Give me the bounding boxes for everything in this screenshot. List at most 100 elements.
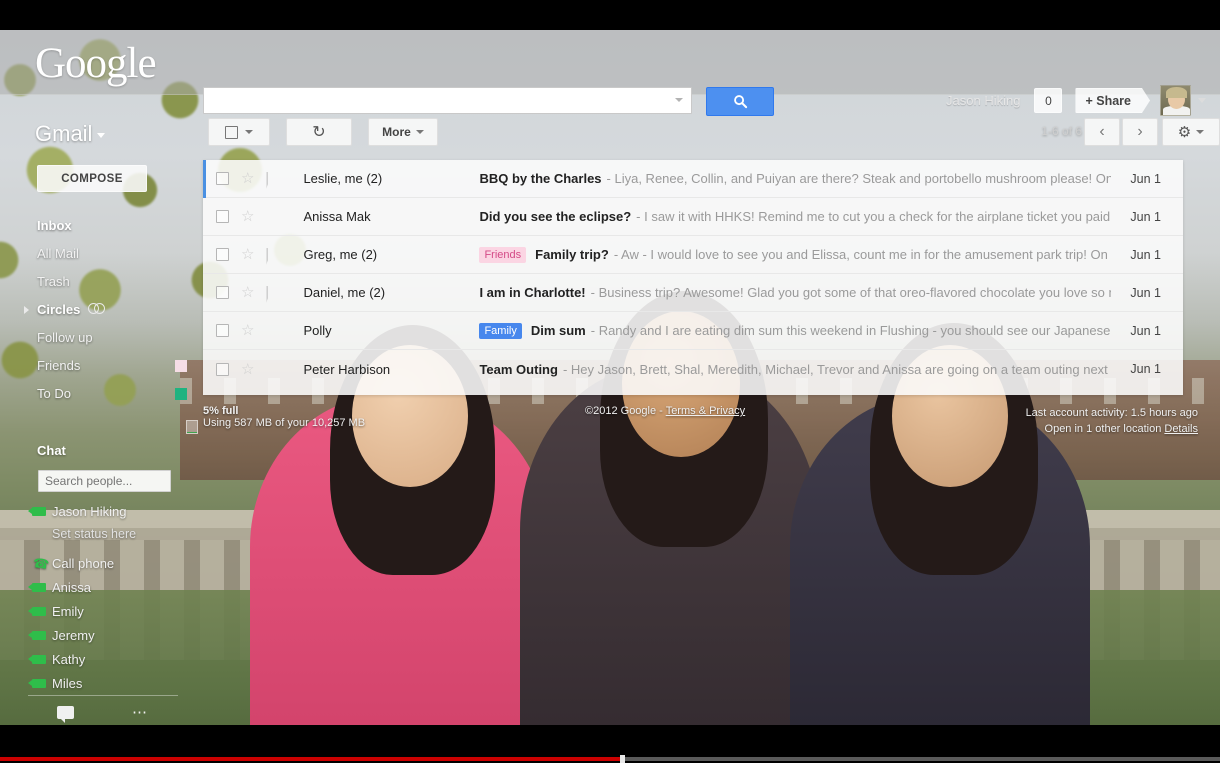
chat-item-anissa[interactable]: Anissa: [0, 575, 203, 599]
select-all-button[interactable]: [208, 118, 270, 146]
video-camera-icon: [28, 631, 46, 640]
sender-name: Polly: [303, 323, 332, 338]
table-row[interactable]: ☆ Daniel, me (2) I am in Charlotte! - Bu…: [203, 274, 1183, 312]
star-icon[interactable]: ☆: [241, 171, 254, 186]
sender-name: Leslie, me (2): [303, 171, 383, 186]
message-cell: BBQ by the Charles - Liya, Renee, Collin…: [479, 171, 1111, 186]
importance-marker-icon[interactable]: [266, 211, 281, 222]
nav-list: Inbox All Mail Trash Circles Follow up F…: [0, 211, 203, 407]
star-icon[interactable]: ☆: [241, 247, 254, 262]
letterbox-top: [0, 0, 1220, 30]
sidebar-item-follow-up[interactable]: Follow up: [0, 323, 203, 351]
chat-item-label: Call phone: [52, 555, 115, 571]
avatar[interactable]: [1160, 85, 1191, 116]
message-subject: BBQ by the Charles: [479, 171, 602, 186]
row-checkbox[interactable]: [216, 248, 229, 261]
next-page-button[interactable]: ›: [1122, 118, 1158, 146]
google-logo[interactable]: Google: [35, 39, 157, 88]
sidebar-item-friends[interactable]: Friends: [0, 351, 203, 379]
chat-item-me[interactable]: Jason Hiking: [0, 499, 203, 523]
message-snippet: - Business trip? Awesome! Glad you got s…: [590, 285, 1111, 300]
table-row[interactable]: ☆ Polly Family Dim sum - Randy and I are…: [203, 312, 1183, 350]
sidebar-item-inbox[interactable]: Inbox: [0, 211, 203, 239]
search-button[interactable]: [706, 87, 774, 116]
chevron-left-icon: ‹: [1099, 123, 1105, 140]
chat-item-jeremy[interactable]: Jeremy: [0, 623, 203, 647]
settings-button[interactable]: ⚙: [1162, 118, 1220, 146]
notification-count[interactable]: 0: [1034, 88, 1063, 113]
table-row[interactable]: ☆ Peter Harbison Team Outing - Hey Jason…: [203, 350, 1183, 388]
sidebar-item-circles[interactable]: Circles: [0, 295, 203, 323]
compose-button[interactable]: COMPOSE: [37, 165, 147, 192]
sidebar-item-label: To Do: [37, 385, 71, 401]
terms-privacy-link[interactable]: Terms & Privacy: [666, 405, 745, 417]
chevron-down-icon[interactable]: [675, 98, 683, 102]
star-icon[interactable]: ☆: [241, 209, 254, 224]
mail-toolbar: ↻ More 1-6 of 6 ‹ › ⚙: [203, 118, 1220, 152]
pagination-count: 1-6 of 6: [1041, 124, 1082, 138]
table-row[interactable]: ☆ Anissa Mak Did you see the eclipse? - …: [203, 198, 1183, 236]
chat-item-miles[interactable]: Miles: [0, 671, 203, 695]
sidebar-item-label: Friends: [37, 357, 81, 373]
chat-item-emily[interactable]: Emily: [0, 599, 203, 623]
search-input[interactable]: [203, 87, 692, 114]
gmail-title[interactable]: Gmail: [35, 121, 106, 147]
star-icon[interactable]: ☆: [241, 285, 254, 300]
table-row[interactable]: ☆ Leslie, me (2) BBQ by the Charles - Li…: [203, 160, 1183, 198]
importance-marker-icon[interactable]: [266, 364, 281, 375]
expand-triangle-icon[interactable]: [24, 306, 29, 314]
row-checkbox[interactable]: [216, 286, 229, 299]
account-chevron-down-icon[interactable]: [1198, 98, 1206, 103]
google-bar-right: Jason Hiking 0 + Share: [946, 85, 1206, 116]
previous-page-button[interactable]: ‹: [1084, 118, 1120, 146]
message-snippet: - Hey Jason, Brett, Shal, Meredith, Mich…: [562, 361, 1111, 377]
message-date: Jun 1: [1130, 209, 1161, 224]
video-camera-icon: [28, 679, 46, 688]
sidebar-item-to-do[interactable]: To Do: [0, 379, 203, 407]
share-button[interactable]: + Share: [1075, 88, 1150, 113]
star-icon[interactable]: ☆: [241, 323, 254, 338]
table-row[interactable]: ☆ Greg, me (2) Friends Family trip? - Aw…: [203, 236, 1183, 274]
scrubber-handle[interactable]: [620, 755, 626, 763]
message-subject: Family trip?: [535, 247, 609, 262]
row-checkbox[interactable]: [216, 362, 229, 376]
user-name[interactable]: Jason Hiking: [946, 93, 1020, 108]
chat-item-kathy[interactable]: Kathy: [0, 647, 203, 671]
details-link[interactable]: Details: [1164, 423, 1198, 435]
message-subject: I am in Charlotte!: [479, 285, 586, 300]
label-chip-friends[interactable]: Friends: [479, 246, 527, 263]
label-chip-family[interactable]: Family: [479, 322, 522, 339]
sidebar-item-label: Inbox: [37, 217, 72, 233]
chevron-right-icon: ›: [1137, 123, 1143, 140]
call-phone-item[interactable]: ☎ Call phone: [0, 551, 203, 575]
chat-search-input[interactable]: [38, 470, 171, 492]
video-scrubber[interactable]: [0, 755, 1220, 763]
sidebar-item-label: All Mail: [37, 245, 79, 261]
gear-icon: ⚙: [1177, 124, 1192, 141]
row-checkbox[interactable]: [216, 210, 229, 223]
refresh-icon: ↻: [312, 124, 326, 141]
more-options-icon[interactable]: ⋯: [132, 705, 149, 720]
copyright-footer: ©2012 Google - Terms & Privacy: [585, 405, 745, 417]
importance-marker-icon[interactable]: [266, 286, 281, 303]
chat-heading: Chat: [37, 443, 66, 458]
row-checkbox[interactable]: [216, 324, 229, 337]
chat-bubble-icon[interactable]: [57, 706, 74, 723]
gmail-title-label: Gmail: [35, 121, 93, 146]
message-date: Jun 1: [1130, 171, 1161, 186]
set-status-field[interactable]: Set status here: [0, 523, 203, 545]
star-icon[interactable]: ☆: [241, 362, 254, 377]
refresh-button[interactable]: ↻: [286, 118, 352, 146]
importance-marker-icon[interactable]: [266, 325, 281, 336]
more-label: More: [382, 125, 411, 139]
checkbox-icon: [225, 125, 238, 139]
importance-marker-icon[interactable]: [266, 172, 281, 189]
more-button[interactable]: More: [368, 118, 438, 146]
row-checkbox[interactable]: [216, 172, 229, 185]
message-subject: Team Outing: [479, 361, 558, 377]
sidebar-item-all-mail[interactable]: All Mail: [0, 239, 203, 267]
importance-marker-icon[interactable]: [266, 248, 281, 265]
chat-item-label: Emily: [52, 603, 84, 619]
message-date: Jun 1: [1130, 362, 1161, 376]
sidebar-item-trash[interactable]: Trash: [0, 267, 203, 295]
